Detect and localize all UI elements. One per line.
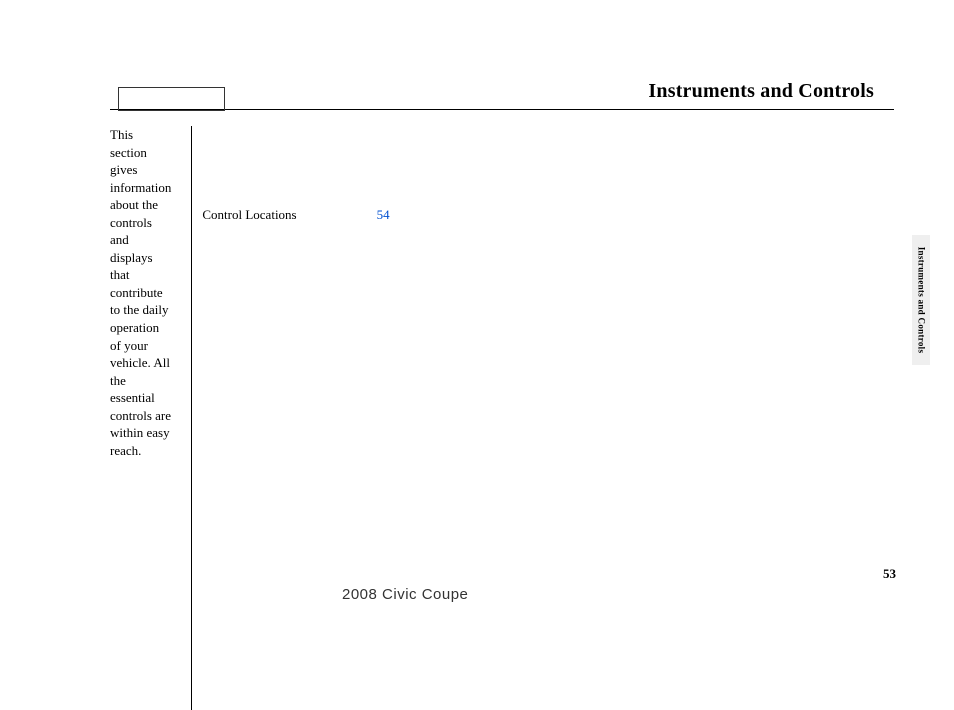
toc-page-link[interactable]: 54	[377, 207, 390, 222]
page-container: Instruments and Controls This section gi…	[0, 0, 954, 710]
side-tab-label: Instruments and Controls	[916, 247, 926, 354]
intro-text: This section gives information about the…	[110, 126, 181, 710]
toc-page: 54	[375, 126, 954, 710]
blank-box	[118, 87, 225, 111]
column-separator-1	[191, 126, 192, 710]
model-line: 2008 Civic Coupe	[342, 586, 468, 603]
toc-column-1: Control Locations54Instrument Panel55Ins…	[202, 126, 954, 710]
side-tab: Instruments and Controls	[912, 235, 930, 365]
section-title: Instruments and Controls	[110, 80, 894, 103]
content-columns: This section gives information about the…	[110, 126, 894, 710]
page-number: 53	[883, 566, 896, 582]
toc-entry: Control Locations 54	[202, 126, 954, 710]
title-rule	[110, 109, 894, 110]
toc-label: Control Locations	[202, 206, 296, 224]
